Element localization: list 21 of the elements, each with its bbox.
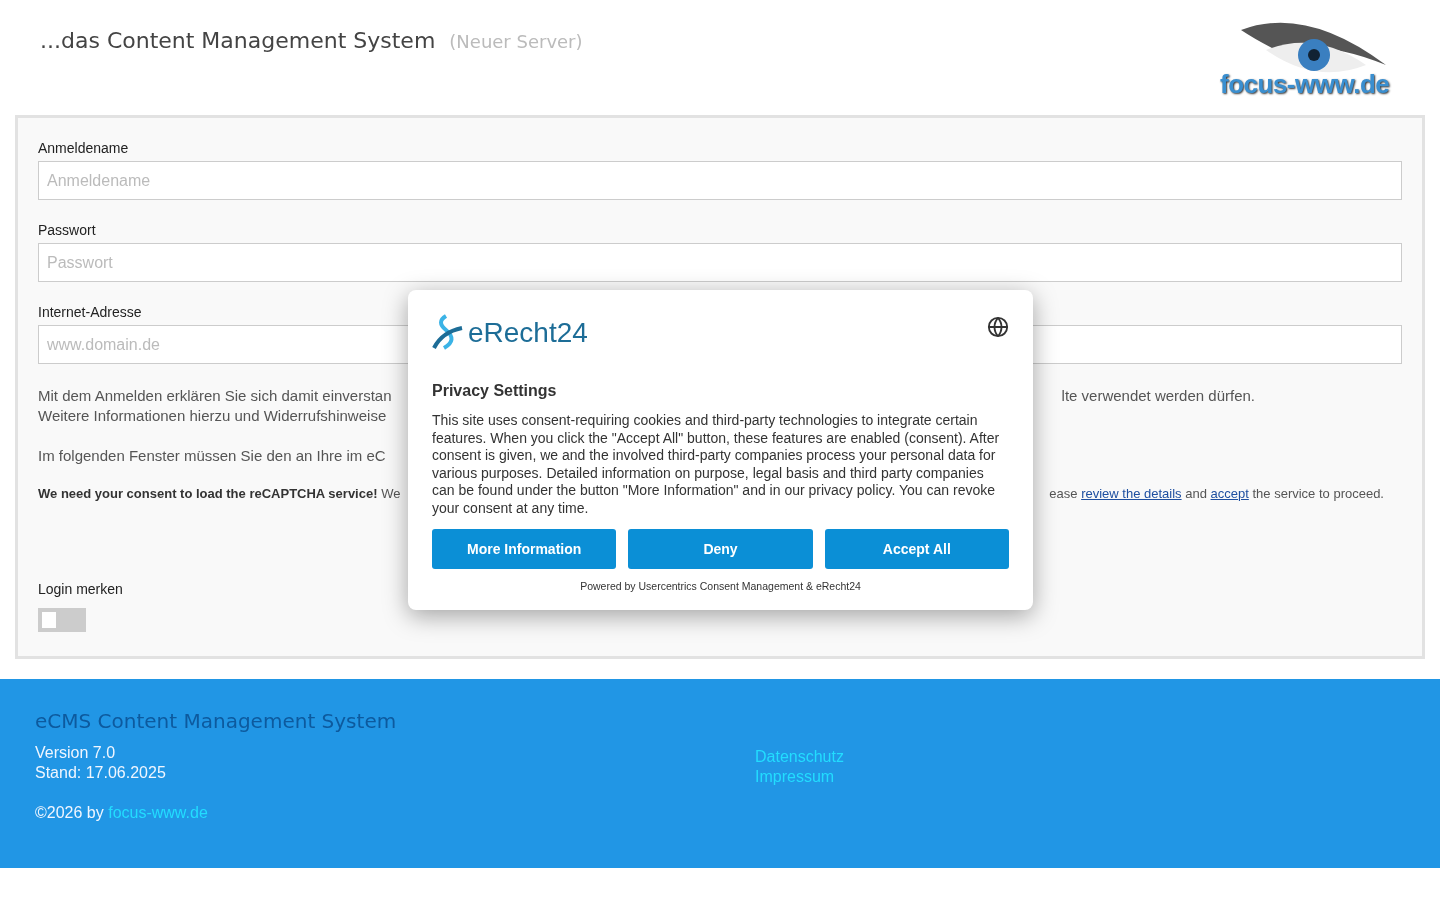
field-label: Login merken [38,581,123,597]
brand-name: eRecht24 [468,317,588,349]
field-label: Passwort [38,222,96,238]
dialog-text: This site uses consent-requiring cookies and third-party technologies to integrate certain features. When you click the "Accept All" button, these features are enabled (consent). After consent is given, we and the involved third-party companies process your personal data for various purposes. Detailed information on purpose, legal basis and third party companies can be found under the button "More Information" and in our privacy policy. You can revoke your consent at any time. [432,412,1001,517]
notice-text: Mit dem Anmelden erklären Sie sich damit einverstan [38,386,392,406]
date-text: Stand: 17.06.2025 [35,763,167,783]
consent-notice: We need your consent to load the reCAPTCHA service! We [38,486,401,501]
field-label: Anmeldename [38,140,129,156]
copyright-text: ©2026 by focus-www.de [35,803,209,823]
page-subtitle: (Neuer Server) [449,31,583,52]
notice-text: Weitere Informationen hierzu und Widerrufshinweise [38,406,387,426]
logo-text: focus-www.de [1220,69,1390,100]
notice-text: Im folgenden Fenster müssen Sie den an Ihre im eC [38,446,386,466]
version-text: Version 7.0 [35,743,117,763]
notice-text: lte verwendet werden dürfen. [1061,386,1255,406]
dialog-title: Privacy Settings [432,382,558,400]
powered-by-text: Powered by Usercentrics Consent Management & eRecht24 [579,580,862,592]
page-title: ...das Content Management System [40,28,436,53]
consent-notice: ease review the details and accept the service to proceed. [1049,486,1384,501]
footer-title: eCMS Content Management System [35,709,398,733]
field-label: Internet-Adresse [38,304,142,320]
